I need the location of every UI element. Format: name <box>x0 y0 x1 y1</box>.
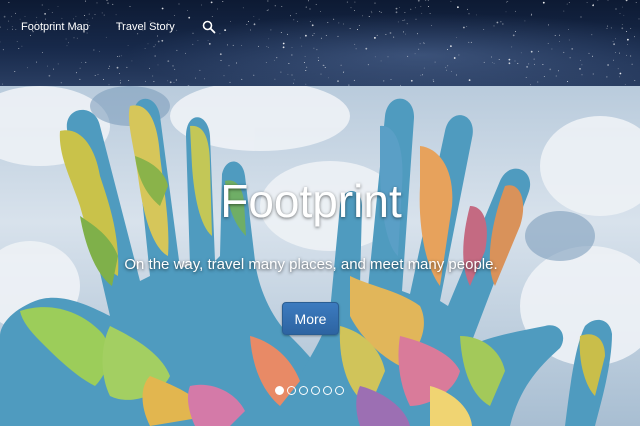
carousel-indicator-dot[interactable] <box>311 386 320 395</box>
carousel-indicator-dot[interactable] <box>299 386 308 395</box>
carousel-indicator-dot[interactable] <box>287 386 296 395</box>
nav-link-travel-story[interactable]: Travel Story <box>116 21 175 33</box>
more-button[interactable]: More <box>282 302 339 335</box>
hero-subtitle: On the way, travel many places, and meet… <box>124 256 498 273</box>
search-icon[interactable] <box>202 20 216 34</box>
hero-carousel: Footprint On the way, travel many places… <box>0 86 640 426</box>
nav-link-footprint-map[interactable]: Footprint Map <box>21 21 89 33</box>
carousel-indicator-dot[interactable] <box>323 386 332 395</box>
page: Footprint Map Travel Story Footprint On … <box>0 0 640 426</box>
carousel-indicator-dot[interactable] <box>275 386 284 395</box>
carousel-indicators <box>275 386 344 395</box>
hero-title: Footprint <box>220 175 402 227</box>
top-navbar: Footprint Map Travel Story <box>0 0 640 86</box>
carousel-indicator-dot[interactable] <box>335 386 344 395</box>
starry-sky-background <box>0 0 640 86</box>
nav-menu: Footprint Map Travel Story <box>21 20 216 34</box>
